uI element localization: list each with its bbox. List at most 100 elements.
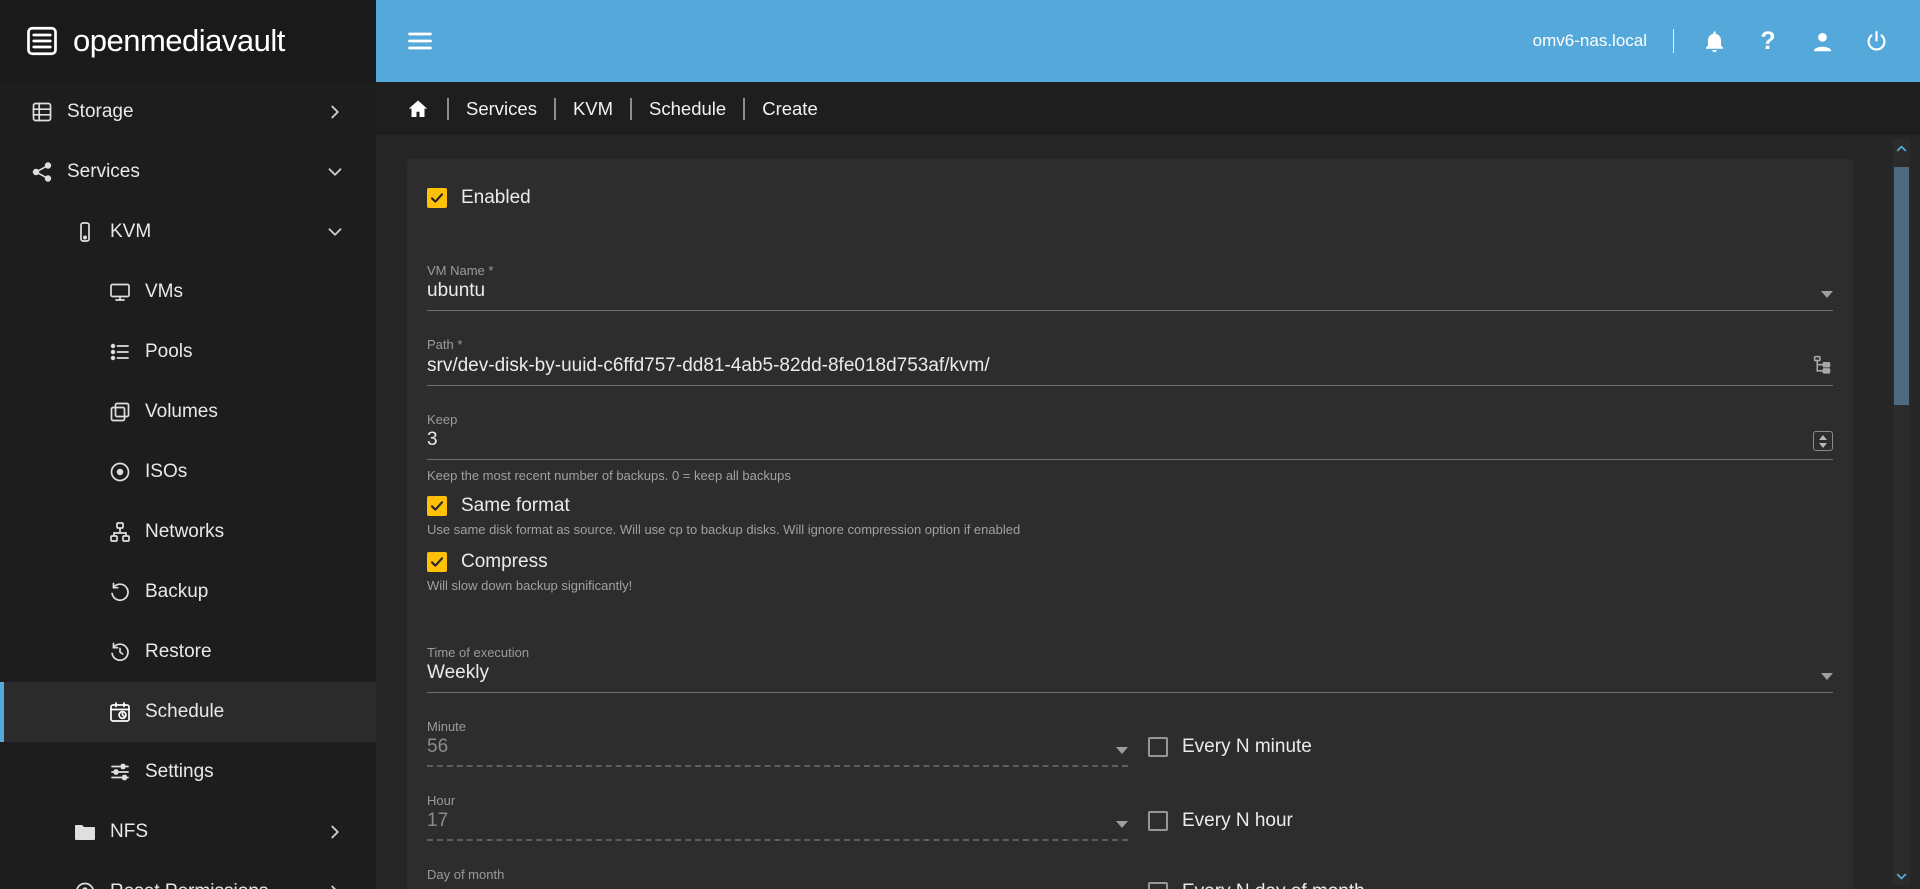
monitor-icon: [108, 280, 132, 304]
same-format-hint: Use same disk format as source. Will use…: [427, 522, 1833, 537]
sidebar-item-label: NFS: [110, 821, 148, 843]
scroll-down-icon[interactable]: [1893, 867, 1910, 885]
bell-icon[interactable]: [1700, 27, 1728, 55]
day-of-month-row: Day of month * Every N day of month: [427, 867, 1833, 889]
dropdown-caret-icon[interactable]: [1821, 673, 1833, 680]
sidebar-item-services[interactable]: Services: [0, 142, 376, 202]
minute-label: Minute: [427, 719, 1128, 734]
sidebar-item-label: KVM: [110, 221, 151, 243]
keep-input[interactable]: 3: [427, 429, 1833, 460]
time-of-execution-value[interactable]: Weekly: [427, 662, 489, 684]
scrollbar-thumb[interactable]: [1894, 167, 1909, 405]
help-icon[interactable]: ?: [1754, 27, 1782, 55]
sidebar-item-pools[interactable]: Pools: [0, 322, 376, 382]
same-format-label: Same format: [461, 495, 570, 517]
storage-icon: [30, 100, 54, 124]
compress-label: Compress: [461, 551, 548, 573]
path-label: Path *: [427, 337, 1833, 352]
path-value[interactable]: srv/dev-disk-by-uuid-c6ffd757-dd81-4ab5-…: [427, 355, 990, 377]
breadcrumb-item-kvm[interactable]: KVM: [573, 98, 613, 120]
compress-hint: Will slow down backup significantly!: [427, 578, 1833, 593]
user-icon[interactable]: [1808, 27, 1836, 55]
breadcrumb-item-schedule[interactable]: Schedule: [649, 98, 726, 120]
topbar-separator: [1673, 29, 1674, 53]
sidebar-item-networks[interactable]: Networks: [0, 502, 376, 562]
every-n-minute-checkbox[interactable]: [1148, 737, 1168, 757]
minute-field: Minute 56: [427, 719, 1128, 767]
number-spinner-icon[interactable]: [1813, 431, 1833, 451]
sidebar-nav: Storage Services KVM VMs Pools Volumes: [0, 82, 376, 889]
topbar: omv6-nas.local ?: [376, 0, 1920, 82]
keep-label: Keep: [427, 412, 1833, 427]
sidebar-item-storage[interactable]: Storage: [0, 82, 376, 142]
vm-name-select[interactable]: ubuntu: [427, 280, 1833, 311]
form-card: Enabled VM Name * ubuntu Path * srv/dev-…: [407, 159, 1853, 889]
sidebar-item-restore[interactable]: Restore: [0, 622, 376, 682]
path-field: Path * srv/dev-disk-by-uuid-c6ffd757-dd8…: [427, 337, 1833, 386]
day-of-month-field: Day of month *: [427, 867, 1128, 889]
dropdown-caret-icon[interactable]: [1116, 747, 1128, 754]
kvm-icon: [73, 220, 97, 244]
app-logo[interactable]: openmediavault: [0, 0, 376, 82]
every-n-hour-row: Every N hour: [1148, 810, 1293, 832]
compress-row: Compress: [427, 551, 1833, 573]
time-of-execution-field: Time of execution Weekly: [427, 645, 1833, 693]
hour-select[interactable]: 17: [427, 810, 1128, 841]
chevron-right-icon: [324, 101, 346, 123]
sidebar-item-settings[interactable]: Settings: [0, 742, 376, 802]
folder-icon: [73, 820, 97, 844]
chevron-right-icon: [324, 881, 346, 889]
same-format-checkbox[interactable]: [427, 496, 447, 516]
every-n-hour-checkbox[interactable]: [1148, 811, 1168, 831]
sidebar: openmediavault Storage Services KVM VMs …: [0, 0, 376, 889]
sidebar-item-kvm[interactable]: KVM: [0, 202, 376, 262]
path-input[interactable]: srv/dev-disk-by-uuid-c6ffd757-dd81-4ab5-…: [427, 354, 1833, 386]
hour-row: Hour 17 Every N hour: [427, 793, 1833, 841]
vm-name-value[interactable]: ubuntu: [427, 280, 485, 302]
sidebar-item-nfs[interactable]: NFS: [0, 802, 376, 862]
every-n-minute-row: Every N minute: [1148, 736, 1312, 758]
tune-icon: [108, 760, 132, 784]
sidebar-item-vms[interactable]: VMs: [0, 262, 376, 322]
scrollbar[interactable]: [1893, 139, 1910, 885]
sitemap-icon: [108, 520, 132, 544]
same-format-row: Same format: [427, 495, 1833, 517]
every-n-day-of-month-checkbox[interactable]: [1148, 882, 1168, 889]
vm-name-field: VM Name * ubuntu: [427, 263, 1833, 311]
sidebar-item-label: Reset Permissions: [110, 881, 268, 889]
dropdown-caret-icon[interactable]: [1116, 821, 1128, 828]
sidebar-item-label: Storage: [67, 101, 134, 123]
scroll-up-icon[interactable]: [1893, 139, 1910, 157]
day-of-month-select[interactable]: *: [427, 884, 1128, 889]
hamburger-menu-icon[interactable]: [406, 27, 434, 55]
sidebar-item-isos[interactable]: ISOs: [0, 442, 376, 502]
vm-name-label: VM Name *: [427, 263, 1833, 278]
keep-value[interactable]: 3: [427, 429, 438, 451]
dropdown-caret-icon[interactable]: [1821, 291, 1833, 298]
disc-icon: [108, 460, 132, 484]
folder-tree-icon[interactable]: [1812, 354, 1833, 375]
hour-field: Hour 17: [427, 793, 1128, 841]
account-circle-icon: [73, 880, 97, 889]
sidebar-item-reset-permissions[interactable]: Reset Permissions: [0, 862, 376, 889]
hour-value: 17: [427, 810, 448, 832]
sidebar-item-label: Services: [67, 161, 140, 183]
sidebar-item-backup[interactable]: Backup: [0, 562, 376, 622]
minute-select[interactable]: 56: [427, 736, 1128, 767]
hostname-label: omv6-nas.local: [1533, 31, 1647, 51]
hour-label: Hour: [427, 793, 1128, 808]
enabled-row: Enabled: [427, 187, 1833, 209]
sidebar-item-label: Pools: [145, 341, 193, 363]
enabled-checkbox[interactable]: [427, 188, 447, 208]
compress-checkbox[interactable]: [427, 552, 447, 572]
sidebar-item-schedule[interactable]: Schedule: [0, 682, 376, 742]
breadcrumb-item-services[interactable]: Services: [466, 98, 537, 120]
every-n-hour-label: Every N hour: [1182, 810, 1293, 832]
chevron-right-icon: [324, 821, 346, 843]
sidebar-item-label: Backup: [145, 581, 208, 603]
sidebar-item-label: VMs: [145, 281, 183, 303]
sidebar-item-volumes[interactable]: Volumes: [0, 382, 376, 442]
time-of-execution-select[interactable]: Weekly: [427, 662, 1833, 693]
power-icon[interactable]: [1862, 27, 1890, 55]
home-icon[interactable]: [406, 97, 430, 121]
